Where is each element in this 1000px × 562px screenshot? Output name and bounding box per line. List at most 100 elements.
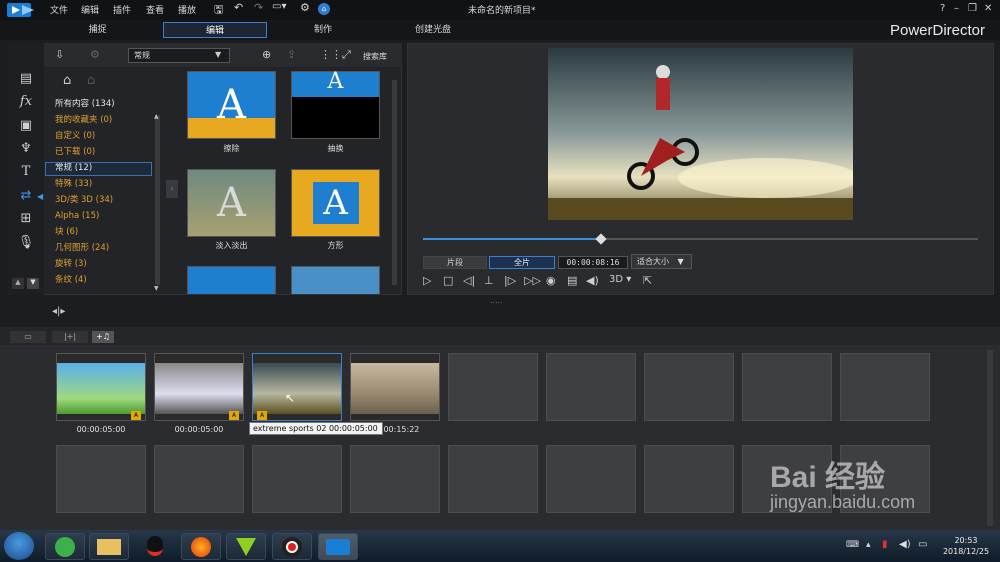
snapshot-icon[interactable]: ◉: [546, 274, 556, 287]
transition-thumb-swap[interactable]: A: [291, 71, 380, 139]
account-icon[interactable]: ⌂: [318, 3, 330, 15]
storyboard-clip[interactable]: A: [56, 353, 146, 421]
windows-start-icon[interactable]: [4, 532, 34, 560]
collapse-panel-icon[interactable]: ‹: [166, 180, 178, 198]
storyboard-empty-slot[interactable]: [252, 445, 342, 513]
transition-thumb[interactable]: [187, 266, 276, 294]
menu-view[interactable]: 查看: [146, 3, 164, 16]
storyboard-clip[interactable]: [350, 353, 440, 421]
resize-handle-icon[interactable]: .....: [490, 296, 503, 305]
storyboard-clip[interactable]: A: [154, 353, 244, 421]
keyboard-icon[interactable]: ⌨: [846, 540, 859, 550]
grid-view-icon[interactable]: ⋮⋮: [320, 48, 342, 61]
restore-icon[interactable]: ❐: [968, 3, 977, 14]
category-all[interactable]: 所有内容 (134): [55, 98, 151, 111]
transition-room-icon[interactable]: ⇄: [17, 187, 35, 205]
clip-mode-button[interactable]: 片段: [423, 256, 487, 269]
storyboard-empty-slot[interactable]: [644, 353, 734, 421]
effects-room-icon[interactable]: fx: [17, 93, 35, 111]
powerdirector-taskbar-icon[interactable]: [318, 533, 358, 560]
tag-remove-icon[interactable]: ⌂: [87, 73, 95, 88]
storyboard-clip-selected[interactable]: A: [252, 353, 342, 421]
transition-thumb[interactable]: [291, 266, 380, 294]
category-custom[interactable]: 自定义 (0): [55, 130, 151, 143]
play-icon[interactable]: ▷: [423, 274, 431, 287]
tab-edit[interactable]: 编辑: [163, 22, 267, 38]
redo-icon[interactable]: ↷: [254, 1, 263, 14]
menu-plugins[interactable]: 插件: [113, 3, 131, 16]
close-icon[interactable]: ✕: [984, 3, 992, 14]
minimize-icon[interactable]: –: [954, 3, 959, 14]
storyboard-view-icon[interactable]: |+|: [52, 331, 88, 343]
category-alpha[interactable]: Alpha (15): [55, 210, 151, 223]
category-scrollbar[interactable]: [155, 115, 160, 285]
settings-gear-icon[interactable]: ⚙: [300, 1, 310, 14]
scroll-up-arrow-icon[interactable]: ▲: [154, 113, 159, 120]
import-icon[interactable]: ⇩: [55, 48, 64, 61]
transition-scrollbar[interactable]: [392, 80, 397, 285]
category-favorites[interactable]: 我的收藏夹 (0): [55, 114, 151, 127]
storyboard-empty-slot[interactable]: [350, 445, 440, 513]
scroll-down-arrow-icon[interactable]: ▼: [154, 285, 159, 292]
category-stripe[interactable]: 条纹 (4): [55, 274, 151, 287]
power-icon[interactable]: ▮: [882, 539, 888, 550]
storyboard-empty-slot[interactable]: [448, 353, 538, 421]
volume-tray-icon[interactable]: ◀): [899, 539, 911, 550]
tab-capture[interactable]: 捕捉: [60, 22, 135, 38]
storyboard-empty-slot[interactable]: [644, 445, 734, 513]
taskbar-app-icon[interactable]: [45, 533, 85, 560]
plugin-icon[interactable]: ⚙: [90, 48, 100, 61]
storyboard-empty-slot[interactable]: [154, 445, 244, 513]
storyboard-empty-slot[interactable]: [448, 445, 538, 513]
firefox-icon[interactable]: [181, 533, 221, 560]
tab-create-disc[interactable]: 创建光盘: [400, 22, 466, 38]
title-room-icon[interactable]: T: [17, 163, 35, 181]
taskbar-clock[interactable]: 20:53 2018/12/25: [936, 535, 996, 557]
scroll-down-icon[interactable]: ▼: [27, 278, 39, 289]
media-room-icon[interactable]: ▤: [17, 70, 35, 88]
enlarge-icon[interactable]: ⤢: [342, 48, 351, 62]
add-music-icon[interactable]: +♫: [92, 331, 114, 343]
tray-arrow-icon[interactable]: ▴: [866, 540, 871, 550]
storyboard-scrollbar[interactable]: [987, 350, 993, 526]
timecode-display[interactable]: 00:00:08:16: [558, 256, 628, 269]
scroll-up-icon[interactable]: ▲: [12, 278, 24, 289]
fit-timeline-icon[interactable]: ◂|▸: [52, 306, 65, 317]
export-icon[interactable]: ⇪: [287, 48, 296, 61]
movie-mode-button[interactable]: 全片: [489, 256, 555, 269]
zoom-fit-dropdown[interactable]: 适合大小 ▼: [631, 254, 692, 269]
recorder-icon[interactable]: [272, 533, 312, 560]
search-library-link[interactable]: 搜索库: [363, 51, 387, 62]
aspect-ratio-icon[interactable]: ▭▾: [272, 1, 286, 12]
network-icon[interactable]: ▭: [918, 539, 927, 550]
volume-icon[interactable]: ◀): [586, 274, 599, 287]
storyboard-empty-slot[interactable]: [546, 445, 636, 513]
menu-edit[interactable]: 编辑: [81, 3, 99, 16]
category-geometric[interactable]: 几何图形 (24): [55, 242, 151, 255]
pip-room-icon[interactable]: ▣: [17, 117, 35, 135]
qq-icon[interactable]: [135, 533, 175, 560]
3d-mode-button[interactable]: 3D ▾: [609, 274, 631, 285]
timeline-view-icon[interactable]: ▭: [10, 331, 46, 343]
storyboard-empty-slot[interactable]: [56, 445, 146, 513]
transition-thumb-fade[interactable]: A: [187, 169, 276, 237]
category-3d[interactable]: 3D/类 3D (34): [55, 194, 151, 207]
category-special[interactable]: 特殊 (33): [55, 178, 151, 191]
transition-thumb-square[interactable]: A: [291, 169, 380, 237]
storyboard-empty-slot[interactable]: [742, 353, 832, 421]
transition-thumb-wipe[interactable]: A: [187, 71, 276, 139]
menu-file[interactable]: 文件: [50, 3, 68, 16]
undock-icon[interactable]: ⇱: [643, 274, 652, 287]
tag-add-icon[interactable]: ⌂: [63, 73, 71, 88]
particle-room-icon[interactable]: ♆: [17, 140, 35, 158]
next-frame-icon[interactable]: |▷: [504, 274, 516, 287]
media-app-icon[interactable]: [226, 533, 266, 560]
tab-produce[interactable]: 制作: [290, 22, 356, 38]
undo-icon[interactable]: ↶: [234, 1, 243, 14]
storyboard-empty-slot[interactable]: [840, 353, 930, 421]
save-icon[interactable]: 🖫: [214, 1, 223, 20]
add-to-timeline-icon[interactable]: ⊕: [262, 48, 271, 61]
category-block[interactable]: 块 (6): [55, 226, 151, 239]
voice-over-room-icon[interactable]: 🎙: [17, 234, 35, 252]
subtitle-icon[interactable]: ▤: [567, 274, 577, 287]
